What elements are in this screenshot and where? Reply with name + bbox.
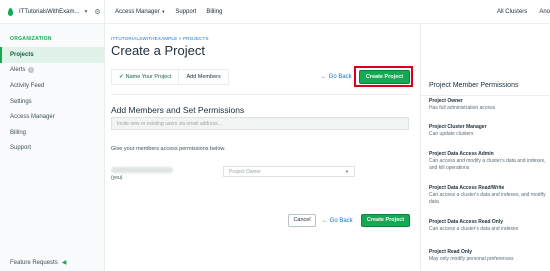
page-title: Create a Project [111,43,205,58]
role-info: Project Data Access Read/Write Can access… [429,185,546,205]
create-project-button-bottom[interactable]: Create Project [361,214,410,227]
nav-billing[interactable]: Billing [206,9,222,15]
role-info: Project Data Access Read Only Can access … [429,219,519,232]
cancel-button[interactable]: Cancel [288,214,316,227]
permissions-panel: Project Member Permissions Project Owner… [420,24,550,271]
member-email [111,167,173,173]
chevron-down-icon: ▼ [161,8,166,14]
nav-all-clusters[interactable]: All Clusters [497,9,527,15]
sidebar-item-support[interactable]: Support [0,141,104,157]
role-info: Project Owner Has full administration acc… [429,98,496,111]
step-name-your-project[interactable]: ✔ Name Your Project [112,70,180,84]
user-menu[interactable]: Ano [539,9,550,15]
wizard-steps: ✔ Name Your Project Add Members [111,69,229,85]
sidebar-item-settings[interactable]: Settings [0,94,104,110]
nav-access-manager[interactable]: Access Manager ▼ [115,9,165,15]
chevron-down-icon: ▼ [345,169,349,174]
go-back-link-bottom[interactable]: ← Go Back [322,218,353,224]
sidebar: ORGANIZATION Projects Alerts 0 Activity F… [0,24,105,271]
checkmark-icon: ✔ [119,74,124,80]
arrow-left-icon: ← [321,74,327,80]
role-info: Project Data Access Admin Can access and … [429,151,546,171]
top-bar: ITTutorialsWithExam... ▼ ⚙ Access Manage… [0,0,550,24]
step-add-members[interactable]: Add Members [179,70,227,84]
role-info: Project Read Only May only modify persona… [429,249,514,262]
role-info: Project Cluster Manager Can update cluste… [429,124,487,137]
breadcrumb[interactable]: ITTUTORIALSWITHEXAMPLE > PROJECTS [111,36,209,41]
sidebar-item-access-manager[interactable]: Access Manager [0,109,104,125]
chevron-down-icon: ▼ [83,8,89,15]
permissions-label: Give your members access permissions bel… [111,146,226,152]
highlight-box [354,66,413,87]
go-back-link-top[interactable]: ← Go Back [321,74,352,80]
feature-requests-link[interactable]: Feature Requests ◀ [10,259,67,267]
mongodb-leaf-icon [8,7,13,16]
nav-support[interactable]: Support [175,9,196,15]
org-name: ITTutorialsWithExam... [19,8,80,15]
you-label: (you) [111,175,123,181]
sidebar-item-alerts[interactable]: Alerts 0 [0,63,104,79]
sidebar-heading: ORGANIZATION [10,36,52,42]
arrow-left-icon: ← [322,218,328,224]
gear-icon[interactable]: ⚙ [94,8,100,16]
invite-input[interactable]: Invite new or existing users via email a… [111,117,409,130]
role-select[interactable]: Project Owner ▼ [223,166,355,177]
sidebar-item-projects[interactable]: Projects [0,47,104,63]
panel-title: Project Member Permissions [429,82,519,89]
alerts-badge: 0 [28,67,35,74]
divider [421,95,550,96]
divider [111,94,411,95]
megaphone-icon: ◀ [61,260,67,266]
main-content: ITTUTORIALSWITHEXAMPLE > PROJECTS Create… [105,24,420,271]
sidebar-item-activity-feed[interactable]: Activity Feed [0,78,104,94]
org-switcher[interactable]: ITTutorialsWithExam... ▼ ⚙ [0,0,105,24]
section-title: Add Members and Set Permissions [111,105,245,115]
sidebar-item-billing[interactable]: Billing [0,125,104,141]
